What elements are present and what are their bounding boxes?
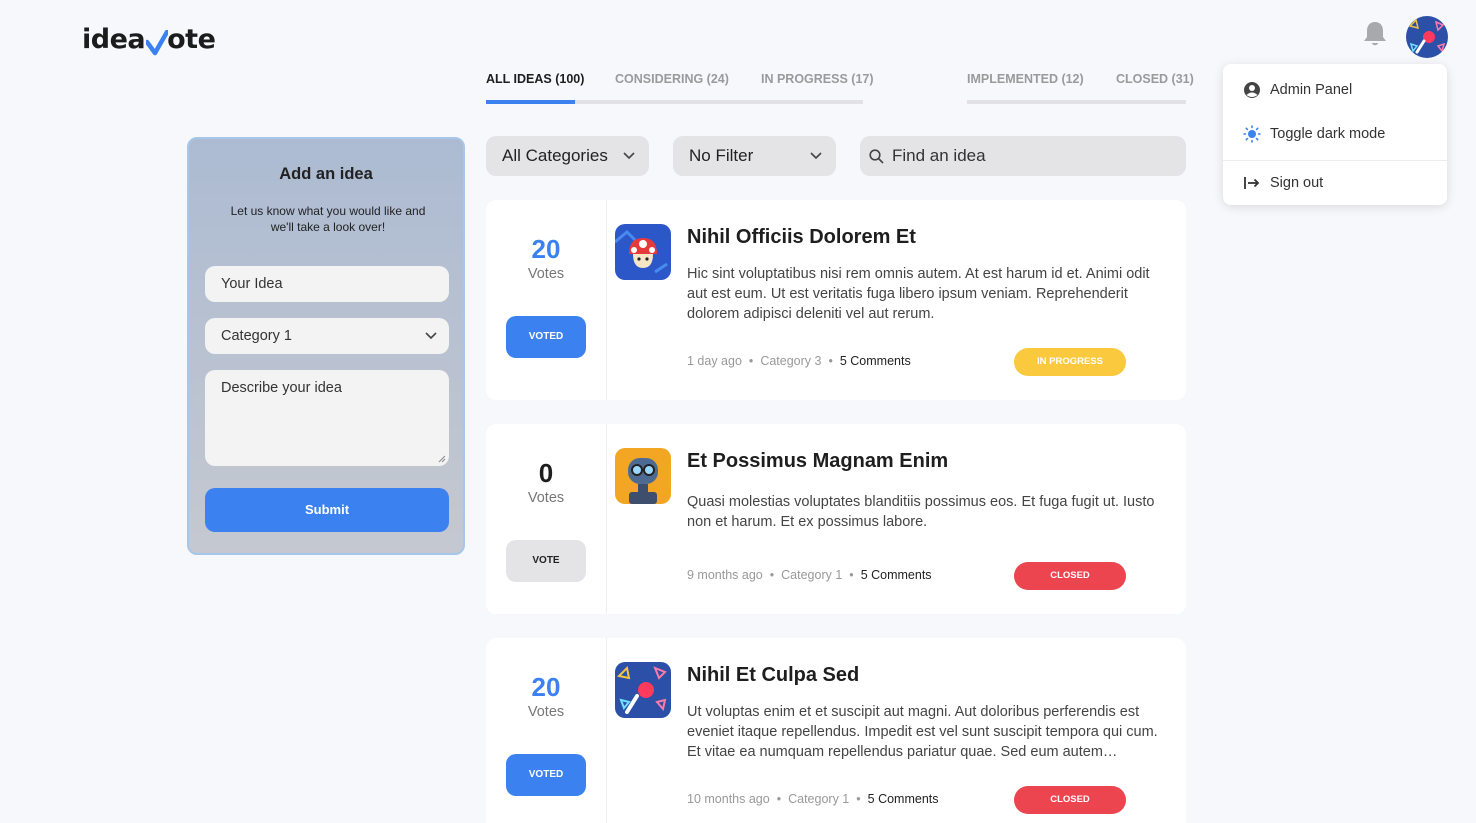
idea-category: Category 1: [788, 792, 850, 806]
vote-label: Votes: [527, 490, 565, 506]
idea-title-placeholder: Your Idea: [221, 276, 283, 292]
status-tabs: ALL IDEAS (100) CONSIDERING (24) IN PROG…: [486, 72, 1194, 104]
avatar-image: [1406, 16, 1448, 58]
ball-avatar-image: [615, 662, 671, 718]
tab-closed[interactable]: CLOSED (31): [1116, 72, 1194, 86]
add-idea-panel: Add an idea Let us know what you would l…: [187, 137, 465, 555]
tab-all-ideas[interactable]: ALL IDEAS (100): [486, 72, 584, 86]
logo-text-right: ote: [167, 24, 216, 55]
idea-meta: 10 months ago • Category 1 • 5 Comments: [687, 792, 939, 806]
chevron-down-icon: [623, 152, 635, 160]
idea-meta: 1 day ago • Category 3 • 5 Comments: [687, 354, 911, 368]
idea-comments-link[interactable]: 5 Comments: [840, 354, 911, 368]
tab-in-progress[interactable]: IN PROGRESS (17): [761, 72, 874, 86]
idea-category: Category 1: [781, 568, 843, 582]
category-filter-value: All Categories: [502, 146, 608, 165]
menu-divider: [1223, 160, 1447, 161]
menu-item-label: Admin Panel: [1270, 82, 1353, 98]
idea-title[interactable]: Nihil Et Culpa Sed: [687, 664, 859, 687]
other-filter-select[interactable]: No Filter: [673, 136, 836, 176]
add-idea-subtitle: Let us know what you would like and we'l…: [230, 204, 426, 234]
idea-description: Ut voluptas enim et et suscipit aut magn…: [687, 704, 1158, 760]
idea-category: Category 3: [760, 354, 822, 368]
voted-button[interactable]: VOTED: [506, 316, 586, 358]
meta-separator: •: [856, 792, 861, 806]
idea-avatar[interactable]: [615, 224, 671, 280]
menu-item-admin-panel[interactable]: Admin Panel: [1243, 79, 1352, 101]
idea-comments-link[interactable]: 5 Comments: [868, 792, 939, 806]
idea-meta: 9 months ago • Category 1 • 5 Comments: [687, 568, 932, 582]
category-select[interactable]: Category 1: [205, 318, 449, 354]
bell-icon[interactable]: [1362, 20, 1388, 48]
voted-button[interactable]: VOTED: [506, 754, 586, 796]
tab-track-right: [967, 100, 1186, 104]
vote-button[interactable]: VOTE: [506, 540, 586, 582]
menu-item-toggle-dark-mode[interactable]: Toggle dark mode: [1243, 123, 1385, 145]
idea-card[interactable]: 20 Votes VOTED Nihil Officiis Dolorem Et…: [486, 200, 1186, 400]
vote-column: 0 Votes VOTE: [486, 424, 607, 614]
idea-time: 1 day ago: [687, 354, 742, 368]
vote-count: 20: [531, 672, 561, 702]
tab-active-indicator: [486, 100, 575, 104]
idea-title[interactable]: Et Possimus Magnam Enim: [687, 450, 948, 473]
meta-separator: •: [769, 568, 775, 582]
vote-column: 20 Votes VOTED: [486, 200, 607, 400]
submit-button[interactable]: Submit: [205, 488, 449, 532]
other-filter-value: No Filter: [689, 146, 754, 165]
vote-column: 20 Votes VOTED: [486, 638, 607, 823]
idea-description-textarea[interactable]: Describe your idea: [205, 370, 449, 466]
user-circle-icon: [1244, 82, 1260, 98]
chevron-down-icon: [810, 152, 822, 160]
meta-separator: •: [776, 792, 782, 806]
idea-description: Hic sint voluptatibus nisi rem omnis aut…: [687, 266, 1150, 322]
status-badge: CLOSED: [1014, 786, 1126, 814]
menu-item-label: Sign out: [1270, 175, 1324, 191]
mushroom-avatar-image: [615, 224, 671, 280]
user-menu: Admin Panel Toggle dark mode Sign out: [1223, 64, 1447, 205]
idea-title[interactable]: Nihil Officiis Dolorem Et: [687, 226, 916, 249]
logo-check-icon: [146, 30, 169, 56]
add-idea-title: Add an idea: [279, 165, 373, 183]
tab-implemented[interactable]: IMPLEMENTED (12): [967, 72, 1084, 86]
status-badge: CLOSED: [1014, 562, 1126, 590]
meta-separator: •: [849, 568, 854, 582]
idea-card[interactable]: 20 Votes VOTED Nihil Et Culpa Sed Ut vol…: [486, 638, 1186, 823]
idea-title-input[interactable]: Your Idea: [205, 266, 449, 302]
category-filter-select[interactable]: All Categories: [486, 136, 649, 176]
avatar[interactable]: [1406, 16, 1448, 58]
idea-avatar[interactable]: [615, 662, 671, 718]
chevron-down-icon: [425, 332, 437, 340]
vote-label: Votes: [527, 704, 565, 720]
menu-item-label: Toggle dark mode: [1270, 126, 1386, 142]
idea-description: Quasi molestias voluptates blanditiis po…: [687, 494, 1155, 530]
search-icon: [869, 149, 884, 164]
idea-time: 10 months ago: [687, 792, 770, 806]
vote-count: 20: [531, 234, 561, 264]
logo-text-left: idea: [82, 24, 146, 55]
category-select-value: Category 1: [221, 328, 292, 344]
idea-description-placeholder: Describe your idea: [221, 380, 342, 396]
status-badge: IN PROGRESS: [1014, 348, 1126, 376]
idea-time: 9 months ago: [687, 568, 763, 582]
idea-comments-link[interactable]: 5 Comments: [861, 568, 932, 582]
vote-label: Votes: [527, 266, 565, 282]
robot-avatar-image: [615, 448, 671, 504]
meta-separator: •: [748, 354, 754, 368]
meta-separator: •: [828, 354, 833, 368]
idea-card[interactable]: 0 Votes VOTE Et Possimus Magnam Enim Qua…: [486, 424, 1186, 614]
search-placeholder: Find an idea: [892, 146, 986, 165]
search-input[interactable]: Find an idea: [860, 136, 1186, 176]
sun-icon: [1243, 125, 1261, 143]
resize-handle-icon[interactable]: [438, 455, 446, 463]
sign-out-icon: [1244, 177, 1260, 189]
vote-count: 0: [538, 458, 554, 488]
menu-item-sign-out[interactable]: Sign out: [1243, 172, 1323, 194]
app-logo[interactable]: idea ote: [82, 22, 216, 56]
idea-avatar[interactable]: [615, 448, 671, 504]
tab-considering[interactable]: CONSIDERING (24): [615, 72, 729, 86]
